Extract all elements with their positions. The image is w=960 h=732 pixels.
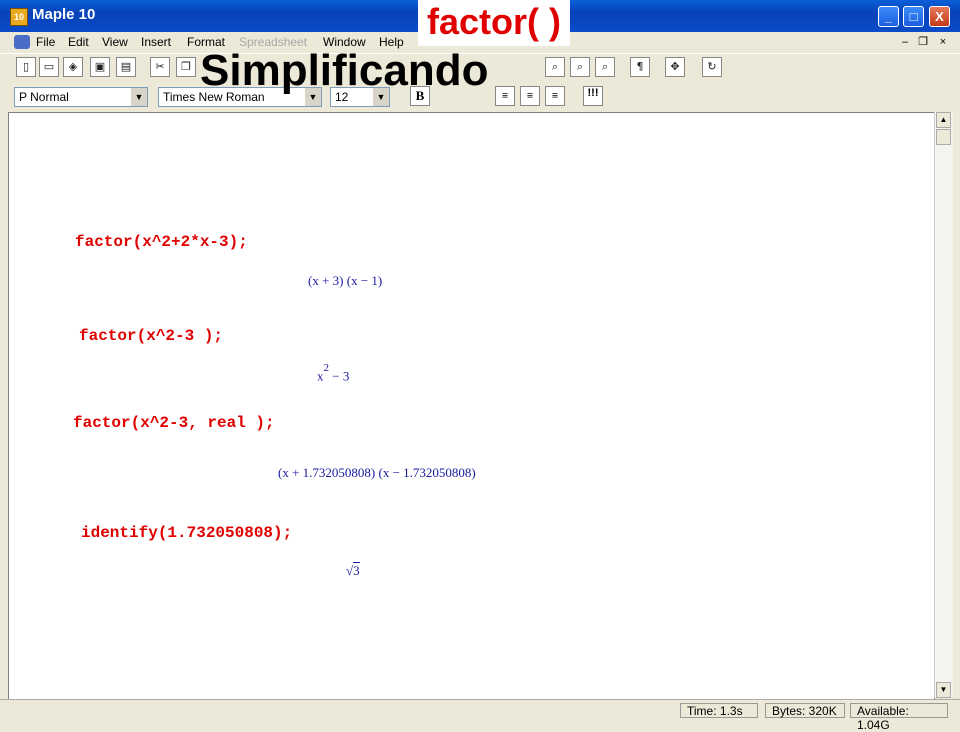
- restart-icon[interactable]: ↻: [702, 57, 722, 77]
- output-2-base: x: [317, 368, 324, 384]
- scroll-down-icon[interactable]: ▼: [936, 682, 951, 698]
- maple-app-icon[interactable]: 10: [10, 8, 28, 26]
- minimize-button[interactable]: _: [878, 6, 899, 27]
- chevron-down-icon[interactable]: ▼: [131, 88, 147, 106]
- document-icon[interactable]: [14, 35, 30, 49]
- scroll-up-icon[interactable]: ▲: [936, 112, 951, 128]
- zoom-fit-icon[interactable]: ⌕: [595, 57, 615, 77]
- output-3: (x + 1.732050808) (x − 1.732050808): [278, 465, 476, 480]
- output-4: √3: [346, 562, 360, 579]
- command-input-1[interactable]: factor(x^2+2*x-3);: [75, 233, 248, 251]
- align-right-icon[interactable]: ≡: [545, 86, 565, 106]
- menu-file[interactable]: File: [36, 35, 55, 49]
- doc-restore-button[interactable]: ❐: [915, 35, 931, 49]
- execute-all-button[interactable]: !!!: [583, 86, 603, 106]
- style-select[interactable]: P Normal ▼: [14, 87, 148, 107]
- doc-close-button[interactable]: ×: [935, 35, 951, 49]
- output-2: x2 − 3: [317, 362, 350, 384]
- vertical-scrollbar[interactable]: [934, 112, 953, 698]
- doc-minimize-button[interactable]: –: [897, 35, 913, 49]
- output-2-exponent: 2: [323, 362, 330, 374]
- command-input-4[interactable]: identify(1.732050808);: [81, 524, 292, 542]
- copy-icon[interactable]: ❐: [176, 57, 196, 77]
- output-1: (x + 3) (x − 1): [308, 273, 383, 288]
- menu-insert[interactable]: Insert: [141, 35, 171, 49]
- status-time: Time: 1.3s: [680, 703, 758, 718]
- window-title: Maple 10: [32, 6, 96, 23]
- zoom-in-icon[interactable]: ⌕: [545, 57, 565, 77]
- open-url-icon[interactable]: ◈: [63, 57, 83, 77]
- print-icon[interactable]: ▤: [116, 57, 136, 77]
- menu-view[interactable]: View: [102, 35, 128, 49]
- menu-edit[interactable]: Edit: [68, 35, 89, 49]
- close-button[interactable]: X: [929, 6, 950, 27]
- output-2-rest: − 3: [329, 368, 350, 384]
- move-icon[interactable]: ✥: [665, 57, 685, 77]
- cut-icon[interactable]: ✂: [150, 57, 170, 77]
- open-icon[interactable]: ▭: [39, 57, 59, 77]
- status-available: Available: 1.04G: [850, 703, 948, 732]
- worksheet[interactable]: [8, 112, 935, 700]
- command-input-2[interactable]: factor(x^2-3 );: [79, 327, 223, 345]
- slide-subtitle: Simplificando: [200, 46, 489, 95]
- zoom-out-icon[interactable]: ⌕: [570, 57, 590, 77]
- slide-title: factor( ): [418, 0, 570, 46]
- align-left-icon[interactable]: ≡: [495, 86, 515, 106]
- save-icon[interactable]: ▣: [90, 57, 110, 77]
- maximize-button[interactable]: □: [903, 6, 924, 27]
- status-bytes: Bytes: 320K: [765, 703, 845, 718]
- style-value: P Normal: [19, 90, 69, 104]
- align-center-icon[interactable]: ≡: [520, 86, 540, 106]
- scroll-thumb[interactable]: [936, 129, 951, 145]
- output-4-radicand: 3: [353, 562, 360, 578]
- new-icon[interactable]: ▯: [16, 57, 36, 77]
- command-input-3[interactable]: factor(x^2-3, real );: [73, 414, 275, 432]
- paragraph-icon[interactable]: ¶: [630, 57, 650, 77]
